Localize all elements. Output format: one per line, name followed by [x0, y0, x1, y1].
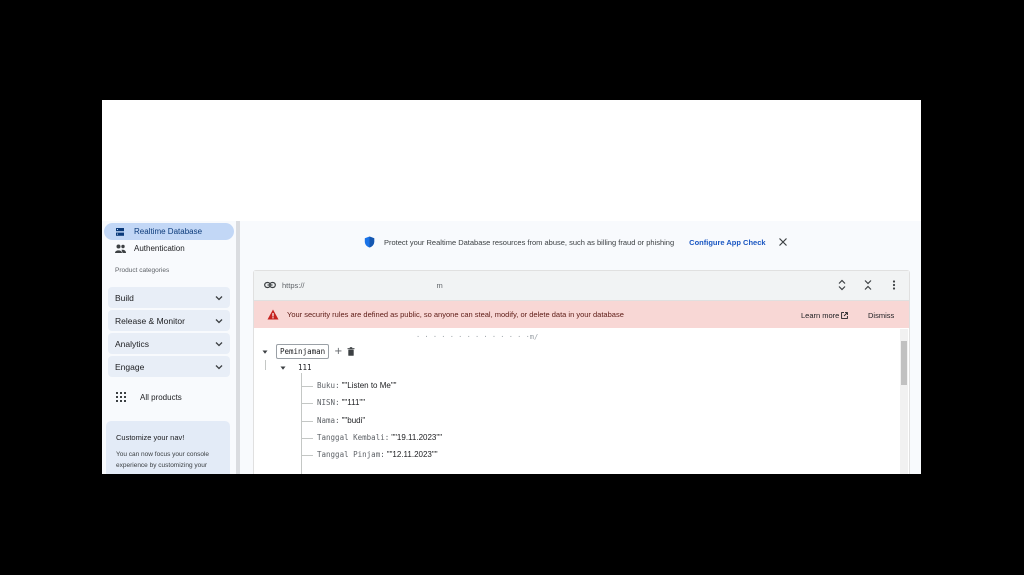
- tree-node-root[interactable]: Peminjaman +: [262, 344, 355, 359]
- tree-leaf[interactable]: Nama: ""budi": [317, 416, 365, 425]
- people-icon: [114, 243, 126, 255]
- learn-more-label: Learn more: [801, 311, 840, 320]
- configure-app-check-link[interactable]: Configure App Check: [689, 238, 765, 247]
- key-separator: :: [335, 416, 340, 425]
- field-value[interactable]: ""19.11.2023"": [391, 433, 442, 442]
- tree-line: [301, 386, 313, 387]
- field-value[interactable]: ""budi": [342, 416, 366, 425]
- key-separator: :: [335, 398, 340, 407]
- tree-node-child[interactable]: 111: [280, 363, 312, 372]
- category-label: Analytics: [115, 338, 150, 349]
- category-release-monitor[interactable]: Release & Monitor: [108, 310, 230, 331]
- warning-icon: [267, 309, 279, 320]
- all-products-link[interactable]: All products: [116, 392, 182, 402]
- tree-line: [301, 455, 313, 456]
- category-label: Build: [115, 292, 134, 303]
- field-value[interactable]: ""12.11.2023"": [387, 450, 438, 459]
- scrollbar-thumb[interactable]: [901, 341, 907, 385]
- tree-line: [265, 360, 266, 370]
- firebase-console: Realtime Database Authentication Product…: [102, 221, 921, 474]
- all-products-label: All products: [140, 392, 182, 402]
- banner-message: Protect your Realtime Database resources…: [384, 237, 675, 247]
- field-key: NISN: [317, 398, 336, 407]
- sidebar-item-realtime-database[interactable]: Realtime Database: [104, 223, 234, 240]
- database-url-bar: https:// m: [254, 271, 909, 301]
- security-warning-message: Your security rules are defined as publi…: [287, 310, 624, 319]
- category-build[interactable]: Build: [108, 287, 230, 308]
- caret-down-icon[interactable]: [280, 365, 286, 371]
- delete-icon[interactable]: [347, 347, 355, 356]
- sidebar-item-label: Authentication: [134, 244, 185, 253]
- category-analytics[interactable]: Analytics: [108, 333, 230, 354]
- security-warning-banner: Your security rules are defined as publi…: [254, 301, 909, 328]
- faded-url-text: · · · · · · · · · · · · · ·m/: [416, 333, 539, 341]
- url-suffix: m: [436, 281, 443, 290]
- product-categories-label: Product categories: [115, 267, 170, 274]
- link-icon[interactable]: [264, 280, 276, 290]
- database-icon: [114, 226, 126, 238]
- key-separator: :: [380, 450, 385, 459]
- category-engage[interactable]: Engage: [108, 356, 230, 377]
- field-value[interactable]: ""Listen to Me"": [342, 381, 397, 390]
- database-url[interactable]: https:// m: [282, 281, 443, 290]
- tree-line: [301, 421, 313, 422]
- customize-nav-description: You can now focus your console experienc…: [116, 451, 209, 469]
- dismiss-button[interactable]: Dismiss: [868, 311, 894, 320]
- category-label: Release & Monitor: [115, 315, 185, 326]
- key-separator: :: [335, 381, 340, 390]
- field-key: Tanggal Kembali: [317, 433, 385, 442]
- sidebar-scrollbar[interactable]: [236, 221, 240, 474]
- shield-icon: [364, 236, 375, 248]
- field-key: Buku: [317, 381, 336, 390]
- tree-leaf[interactable]: NISN: ""111"": [317, 398, 365, 407]
- field-key: Nama: [317, 416, 336, 425]
- more-vert-icon[interactable]: [888, 279, 900, 291]
- category-label: Engage: [115, 361, 145, 372]
- apps-grid-icon: [116, 392, 126, 402]
- sidebar-item-authentication[interactable]: Authentication: [104, 240, 234, 257]
- blank-header-area: [102, 100, 921, 221]
- open-in-new-icon: [841, 312, 849, 319]
- chevron-down-icon: [215, 364, 223, 369]
- browser-viewport: Realtime Database Authentication Product…: [102, 100, 921, 474]
- app-check-banner: Protect your Realtime Database resources…: [364, 236, 788, 248]
- tree-line: [301, 373, 302, 474]
- node-key[interactable]: Peminjaman: [276, 344, 330, 359]
- customize-nav-title: Customize your nav!: [116, 433, 185, 442]
- tree-leaf[interactable]: Tanggal Pinjam: ""12.11.2023"": [317, 450, 438, 459]
- tree-leaf[interactable]: Buku: ""Listen to Me"": [317, 381, 397, 390]
- learn-more-link[interactable]: Learn more: [801, 311, 849, 320]
- tree-leaf[interactable]: Tanggal Kembali: ""19.11.2023"": [317, 433, 442, 442]
- collapse-all-icon[interactable]: [862, 279, 874, 291]
- tree-scrollbar[interactable]: [900, 329, 908, 474]
- expand-all-icon[interactable]: [836, 279, 848, 291]
- sidebar-item-label: Realtime Database: [134, 227, 203, 236]
- field-key: Tanggal Pinjam: [317, 450, 381, 459]
- tree-line: [301, 438, 313, 439]
- chevron-down-icon: [215, 341, 223, 346]
- data-tree: · · · · · · · · · · · · · ·m/ Peminjaman…: [254, 329, 899, 474]
- sidebar: Realtime Database Authentication Product…: [102, 221, 240, 474]
- key-separator: :: [384, 433, 390, 442]
- caret-down-icon[interactable]: [262, 349, 268, 355]
- url-prefix: https://: [282, 281, 305, 290]
- field-value[interactable]: ""111"": [342, 398, 366, 407]
- chevron-down-icon: [215, 295, 223, 300]
- add-child-icon[interactable]: +: [334, 346, 342, 357]
- node-key[interactable]: 111: [298, 363, 312, 372]
- close-icon[interactable]: [778, 237, 788, 247]
- tree-line: [301, 403, 313, 404]
- chevron-down-icon: [215, 318, 223, 323]
- customize-nav-card: Customize your nav! You can now focus yo…: [106, 421, 230, 474]
- database-panel: https:// m Your security rules are define…: [253, 270, 910, 474]
